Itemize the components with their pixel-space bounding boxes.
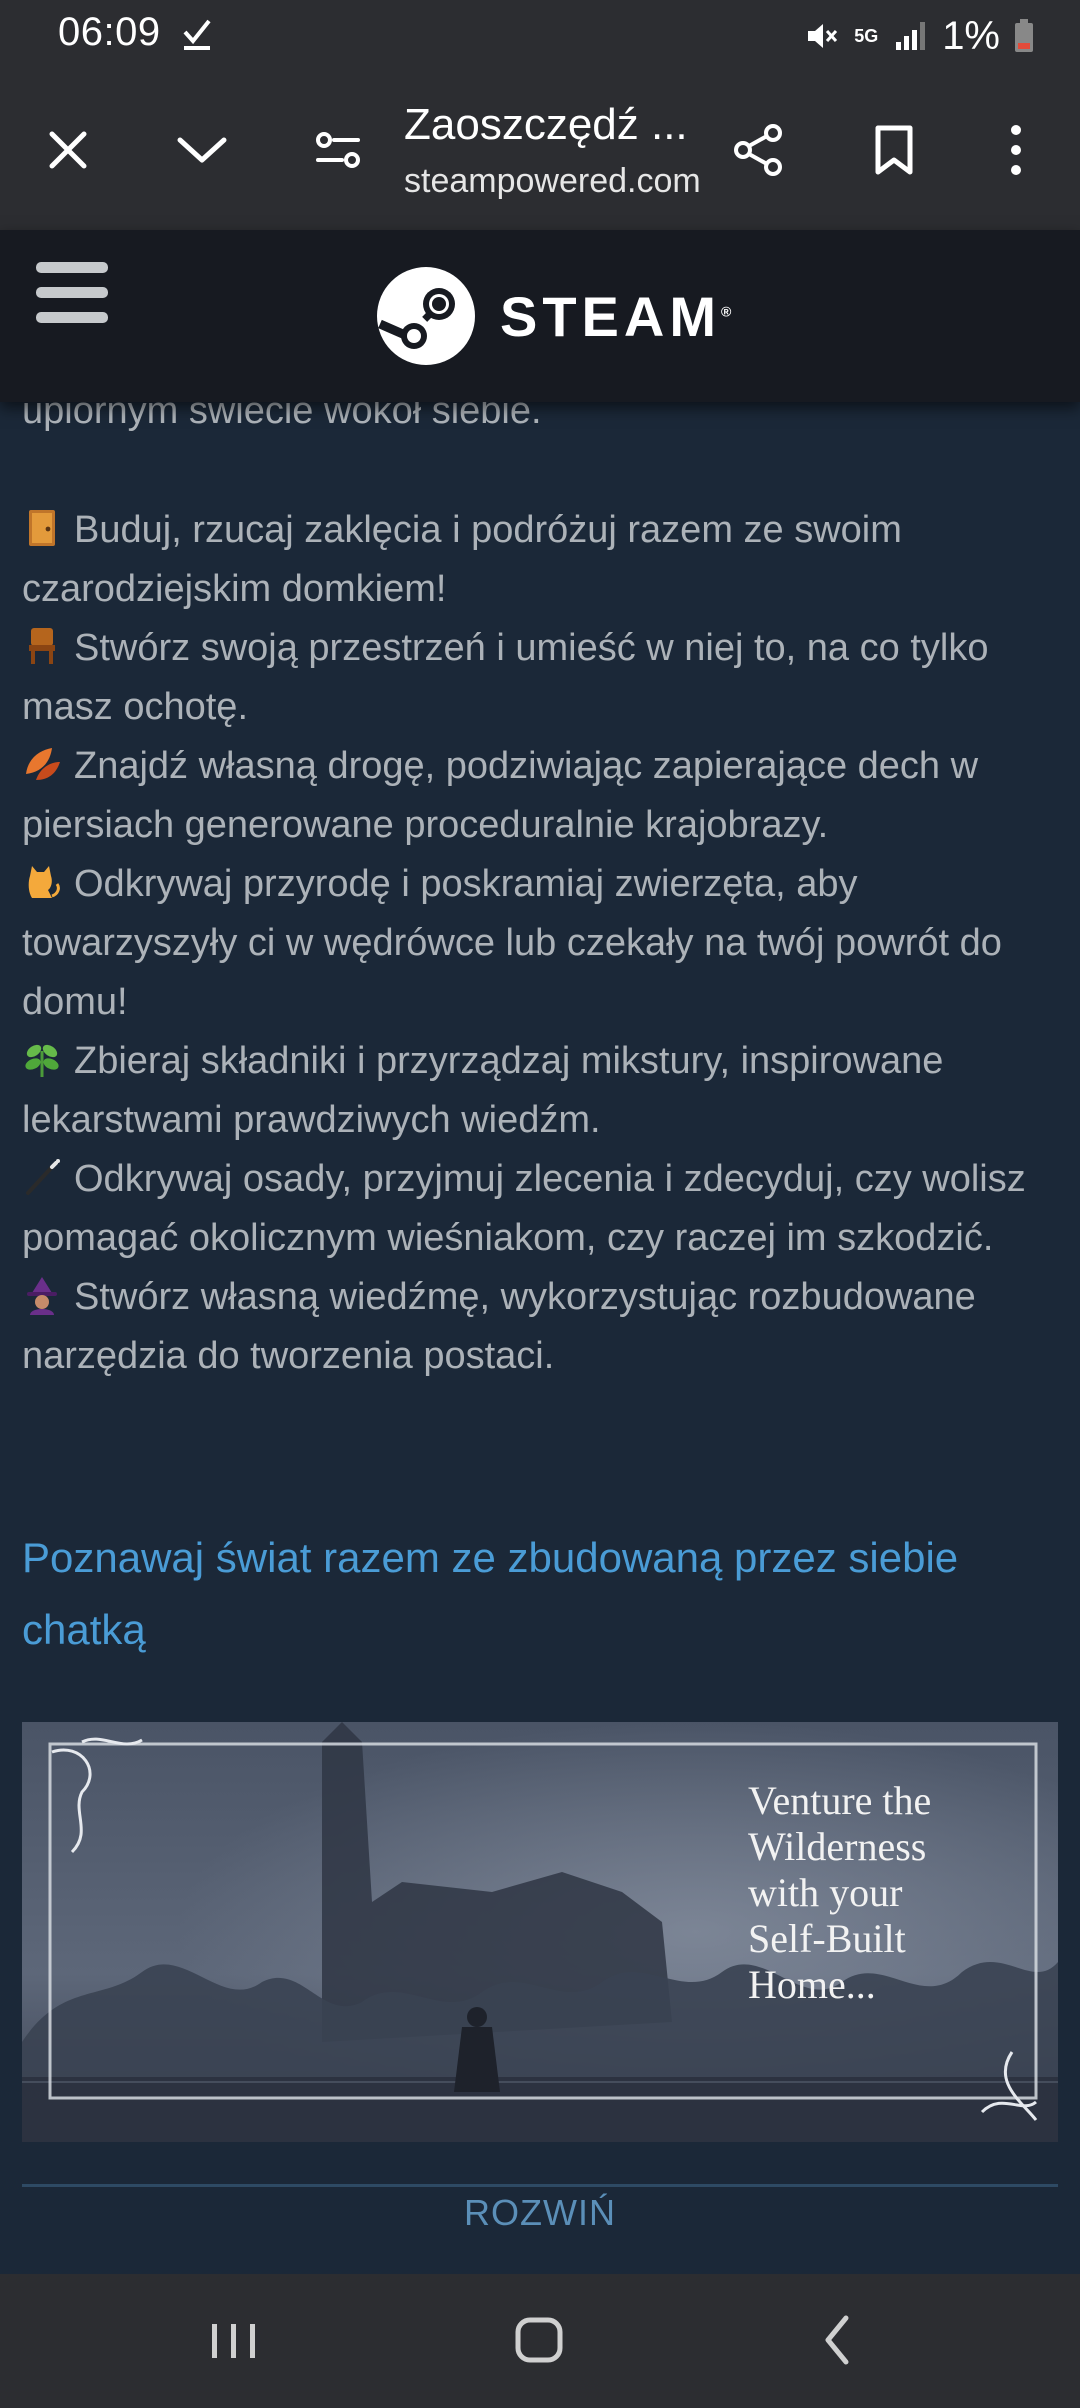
tune-icon — [316, 132, 360, 168]
banner-line: Home... — [748, 1962, 876, 2007]
door-emoji-icon — [29, 510, 55, 546]
status-icons: 5G 1% — [804, 12, 1034, 60]
status-bar: 06:09 5G 1% — [0, 0, 1080, 72]
browser-toolbar: Zaoszczędź ... steampowered.com — [0, 72, 1080, 230]
herb-emoji-icon — [25, 1044, 59, 1077]
chair-emoji-icon — [29, 628, 55, 664]
steam-logo-icon — [377, 267, 475, 365]
close-button[interactable] — [36, 118, 100, 182]
banner-image: Venture the Wilderness with your Self-Bu… — [22, 1722, 1058, 2142]
page-title[interactable]: Zaoszczędź ... — [404, 100, 704, 150]
menu-icon[interactable] — [36, 262, 108, 324]
banner-line: Wilderness — [748, 1824, 926, 1869]
more-options-button[interactable] — [984, 118, 1048, 182]
steam-header: STEAM® — [0, 230, 1080, 402]
feature-item: Odkrywaj przyrodę i poskramiaj zwierzęta… — [22, 863, 1002, 1023]
feature-item: Odkrywaj osady, przyjmuj zlecenia i zdec… — [22, 1158, 1026, 1259]
bookmark-icon — [875, 125, 913, 175]
leaves-emoji-icon — [26, 748, 60, 780]
bookmark-button[interactable] — [862, 118, 926, 182]
banner-line: Self-Built — [748, 1916, 906, 1961]
feature-item: Zbieraj składniki i przyrządzaj mikstury… — [22, 1040, 944, 1141]
promo-banner: Venture the Wilderness with your Self-Bu… — [22, 1722, 1058, 2142]
feature-item: Stwórz własną wiedźmę, wykorzystując roz… — [22, 1276, 976, 1377]
feature-item: Stwórz swoją przestrzeń i umieść w niej … — [22, 627, 989, 728]
status-time: 06:09 — [58, 10, 161, 54]
mute-icon — [808, 24, 838, 48]
page-url[interactable]: steampowered.com — [404, 162, 704, 201]
expand-button[interactable]: ROZWIŃ — [0, 2192, 1080, 2234]
expand-divider — [22, 2184, 1058, 2187]
wand-emoji-icon — [26, 1159, 60, 1195]
recent-apps-icon[interactable] — [206, 2308, 262, 2372]
banner-line: Venture the — [748, 1778, 931, 1823]
chevron-down-icon — [177, 137, 227, 163]
system-nav-bar — [0, 2274, 1080, 2408]
steam-logo[interactable]: STEAM® — [376, 266, 731, 366]
site-settings-button[interactable] — [306, 118, 370, 182]
section-heading: Poznawaj świat razem ze zbudowaną przez … — [22, 1534, 959, 1653]
share-button[interactable] — [726, 118, 790, 182]
game-description: upiornym świecie wokół siebie. Buduj, rz… — [0, 402, 1080, 2274]
banner-line: with your — [748, 1870, 902, 1915]
feature-item: Buduj, rzucaj zaklęcia i podróżuj razem … — [22, 509, 902, 610]
cat-emoji-icon — [28, 866, 60, 898]
more-vert-icon — [1011, 125, 1021, 175]
minimize-button[interactable] — [170, 118, 234, 182]
battery-icon — [1015, 19, 1033, 52]
feature-item: Znajdź własną drogę, podziwiając zapiera… — [22, 745, 979, 846]
share-icon — [734, 124, 782, 176]
intro-tail: upiornym świecie wokół siebie. — [22, 402, 542, 432]
battery-percent: 1% — [942, 13, 1000, 58]
description-text: upiornym świecie wokół siebie. Buduj, rz… — [22, 402, 1062, 1386]
close-icon — [49, 131, 87, 169]
back-icon[interactable] — [816, 2308, 860, 2372]
check-icon — [183, 19, 211, 50]
steam-wordmark: STEAM® — [500, 284, 732, 348]
network-label: 5G — [854, 26, 879, 46]
witch-emoji-icon — [27, 1277, 57, 1315]
home-icon[interactable] — [508, 2308, 572, 2372]
signal-icon — [896, 22, 926, 50]
